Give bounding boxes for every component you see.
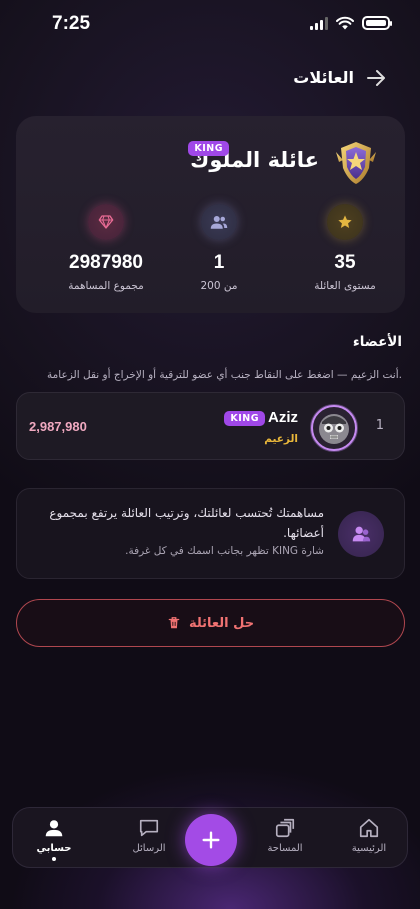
king-badge: KING xyxy=(188,141,229,156)
info-card: مساهمتك تُحتسب لعائلتك، وترتيب العائلة ي… xyxy=(16,488,405,579)
nav-profile-label: حسابي xyxy=(36,843,72,854)
home-icon xyxy=(359,818,379,838)
members-capacity-label: من 200 xyxy=(200,280,238,292)
members-count-value: 1 xyxy=(213,252,225,273)
shield-emblem-icon xyxy=(336,142,376,184)
dissolve-family-button[interactable]: حل العائلة xyxy=(16,599,405,647)
star-icon xyxy=(327,204,363,240)
member-score: 2,987,980 xyxy=(29,419,87,434)
stat-family-level: 35 مستوى العائلة xyxy=(285,204,405,292)
family-info-icon xyxy=(338,511,384,557)
status-time: 7:25 xyxy=(52,13,91,34)
members-section-hint: أنت الزعيم — اضغط على النقاط جنب أي عضو … xyxy=(47,369,402,381)
nav-space-label: المساحة xyxy=(267,843,303,854)
member-name: Aziz xyxy=(268,409,298,426)
members-section-title: الأعضاء xyxy=(352,334,402,350)
plus-icon xyxy=(202,831,220,849)
gem-icon xyxy=(88,204,124,240)
member-row[interactable]: 1 Aziz KING الزعيم 2,987,980 xyxy=(16,392,405,460)
nav-messages-label: الرسائل xyxy=(132,843,166,854)
info-text: مساهمتك تُحتسب لعائلتك، وترتيب العائلة ي… xyxy=(34,503,324,557)
battery-icon xyxy=(362,16,392,30)
family-level-value: 35 xyxy=(334,252,356,273)
member-king-badge: KING xyxy=(224,411,265,426)
user-icon xyxy=(45,820,63,837)
status-bar: 7:25 xyxy=(0,0,420,50)
info-main-text: مساهمتك تُحتسب لعائلتك، وترتيب العائلة ي… xyxy=(49,506,324,540)
stacked-cards-icon xyxy=(275,818,295,838)
chat-bubble-icon xyxy=(139,819,159,837)
member-role: الزعيم xyxy=(264,433,298,445)
stat-total-contribution: 2987980 مجموع المساهمة xyxy=(46,204,166,292)
back-arrow-icon[interactable] xyxy=(364,66,388,90)
nav-space[interactable]: المساحة xyxy=(250,817,320,854)
nav-messages[interactable]: الرسائل xyxy=(114,817,184,854)
add-button[interactable] xyxy=(185,814,237,866)
member-rank: 1 xyxy=(375,418,384,433)
status-icons xyxy=(310,16,392,30)
trash-icon xyxy=(168,617,180,629)
header: العائلات xyxy=(0,62,420,94)
page-title: العائلات xyxy=(293,68,354,87)
cellular-signal-icon xyxy=(310,16,328,30)
dissolve-family-label: حل العائلة xyxy=(188,615,255,631)
bottom-nav: الرئيسية المساحة الرسائل حسابي xyxy=(12,807,408,868)
total-contribution-value: 2987980 xyxy=(69,252,143,273)
nav-home-label: الرئيسية xyxy=(351,843,387,854)
family-level-label: مستوى العائلة xyxy=(314,280,376,292)
nav-profile[interactable]: حسابي xyxy=(19,817,89,861)
active-indicator xyxy=(52,857,56,861)
info-sub-text: شارة KING تظهر بجانب اسمك في كل غرفة. xyxy=(125,545,324,557)
people-icon xyxy=(201,204,237,240)
total-contribution-label: مجموع المساهمة xyxy=(68,280,144,292)
family-card: عائلة الملوك KING 35 مستوى العائلة 1 من … xyxy=(16,116,405,313)
stat-members: 1 من 200 xyxy=(159,204,279,292)
wifi-icon xyxy=(336,16,354,30)
avatar[interactable] xyxy=(310,404,358,452)
nav-home[interactable]: الرئيسية xyxy=(334,817,404,854)
